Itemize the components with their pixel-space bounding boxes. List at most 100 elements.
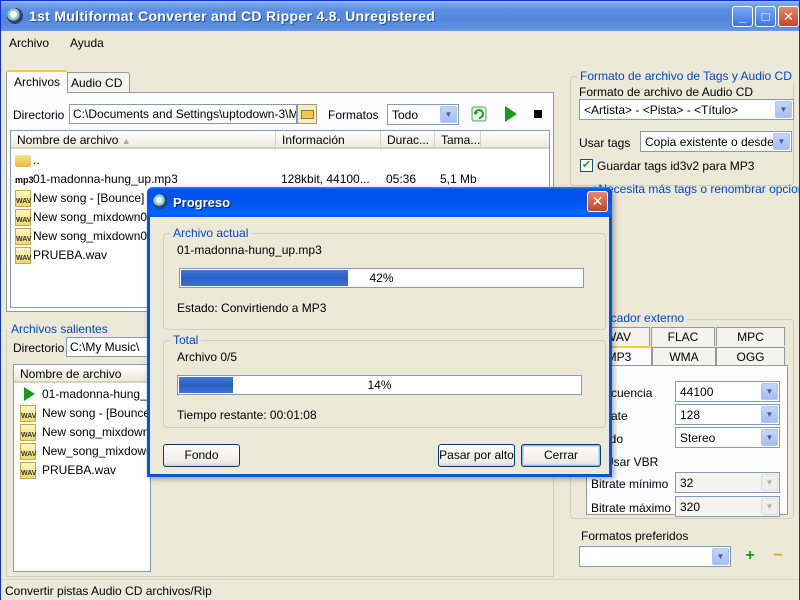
bitrate-select[interactable]: 128 ▼: [675, 404, 780, 425]
cell-info: 128kbit, 44100...: [281, 172, 370, 186]
wav-file-icon: WAV: [20, 405, 36, 422]
chevron-down-icon: ▼: [775, 101, 792, 118]
chevron-down-icon: ▼: [761, 406, 778, 423]
directory-input[interactable]: C:\Documents and Settings\uptodown-3\Mis: [69, 104, 297, 124]
total-group-title: Total: [170, 333, 202, 347]
directory-label: Directorio: [13, 108, 65, 122]
chevron-down-icon: ▼: [773, 133, 790, 150]
list-item[interactable]: WAV New song - [Bounce]: [14, 404, 150, 423]
wav-file-icon: WAV: [20, 424, 36, 441]
tab-flac[interactable]: FLAC: [651, 327, 715, 346]
table-row[interactable]: ..: [11, 151, 549, 170]
cell-name: New_song_mixdown0: [42, 444, 151, 458]
col-filename[interactable]: Nombre de archivo ▲: [11, 131, 276, 149]
menu-bar: Archivo Ayuda: [1, 33, 799, 53]
tags-group-title: Formato de archivo de Tags y Audio CD: [577, 69, 795, 83]
play-icon[interactable]: [500, 104, 520, 124]
chevron-down-icon: ▼: [440, 106, 457, 123]
refresh-icon[interactable]: [469, 104, 489, 124]
tab-audio-cd[interactable]: Audio CD: [63, 72, 131, 94]
minimize-button[interactable]: _: [732, 6, 753, 27]
list-item[interactable]: WAV New_song_mixdown0: [14, 442, 150, 461]
mode-value: Stereo: [680, 431, 716, 445]
col-size[interactable]: Tama...: [435, 131, 481, 149]
window-title: 1st Multiformat Converter and CD Ripper …: [29, 8, 436, 24]
current-file-group: Archivo actual 01-madonna-hung_up.mp3 42…: [163, 226, 606, 330]
col-info[interactable]: Información: [276, 131, 381, 149]
out-col-filename[interactable]: Nombre de archivo: [14, 365, 150, 383]
menu-ayuda[interactable]: Ayuda: [70, 36, 104, 50]
cell-name: PRUEBA.wav: [42, 463, 117, 477]
cell-name: New song - [Bounce]: [42, 406, 151, 420]
tab-mpc[interactable]: MPC: [716, 327, 785, 346]
cell-name: New song_mixdown01: [33, 210, 154, 224]
list-item[interactable]: 01-madonna-hung_up: [14, 385, 150, 404]
list-item[interactable]: WAV New song_mixdown0: [14, 423, 150, 442]
formats-value: Todo: [392, 108, 419, 122]
list-item[interactable]: WAV PRUEBA.wav: [14, 461, 150, 480]
remove-format-icon[interactable]: −: [771, 548, 785, 564]
preferred-formats-select[interactable]: ▼: [579, 546, 731, 567]
cell-name: New song_mixdown02: [33, 229, 154, 243]
vbr-label: Usar VBR: [605, 455, 659, 469]
chevron-down-icon: ▼: [712, 548, 729, 565]
frequency-value: 44100: [680, 385, 714, 399]
progress-dialog: Progreso ✕ Archivo actual 01-madonna-hun…: [147, 187, 612, 477]
more-tags-link[interactable]: ¿Necesita más tags o renombrar opciones?: [591, 182, 800, 196]
maximize-button[interactable]: □: [755, 6, 776, 27]
formats-select[interactable]: Todo ▼: [387, 104, 459, 125]
mode-select[interactable]: Stereo ▼: [675, 427, 780, 448]
col-duration[interactable]: Durac...: [381, 131, 435, 149]
cell-name: PRUEBA.wav: [33, 248, 108, 262]
chevron-down-icon: ▼: [761, 383, 778, 400]
current-file-group-title: Archivo actual: [170, 226, 252, 240]
tab-wma[interactable]: WMA: [652, 347, 716, 366]
stop-icon[interactable]: [528, 104, 548, 124]
chevron-down-icon: ▼: [761, 429, 778, 446]
cd-format-value: <Artista> - <Pista> - <Título>: [584, 103, 739, 117]
folder-file-icon: [15, 155, 31, 167]
current-progress-bar: 42%: [179, 268, 584, 288]
use-tags-label: Usar tags: [579, 136, 631, 150]
title-bar[interactable]: 1st Multiformat Converter and CD Ripper …: [1, 1, 799, 31]
wav-file-icon: WAV: [20, 443, 36, 460]
out-directory-input[interactable]: C:\My Music\: [66, 337, 156, 357]
outgoing-list-header: Nombre de archivo: [14, 365, 150, 383]
use-tags-select[interactable]: Copia existente o desde C ▼: [640, 131, 792, 152]
folder-browse-icon[interactable]: [297, 104, 317, 124]
frequency-select[interactable]: 44100 ▼: [675, 381, 780, 402]
cd-format-select[interactable]: <Artista> - <Pista> - <Título> ▼: [579, 99, 794, 120]
wav-file-icon: WAV: [20, 462, 36, 479]
cancel-button[interactable]: Cerrar: [521, 444, 601, 467]
total-progress-percent: 14%: [367, 378, 392, 392]
save-id3-label: Guardar tags id3v2 para MP3: [597, 159, 755, 173]
total-group: Total Archivo 0/5 14% Tiempo restante: 0…: [163, 333, 606, 428]
preferred-formats-label: Formatos preferidos: [581, 529, 689, 543]
dialog-close-button[interactable]: ✕: [587, 191, 608, 212]
max-bitrate-select[interactable]: 320 ▼: [675, 496, 780, 517]
outgoing-list[interactable]: Nombre de archivo 01-madonna-hung_up WAV N…: [13, 364, 151, 572]
wav-file-icon: WAV: [15, 190, 31, 207]
tab-archivos[interactable]: Archivos: [6, 70, 69, 93]
close-button[interactable]: ✕: [778, 6, 799, 27]
current-file-name: 01-madonna-hung_up.mp3: [177, 243, 322, 257]
dialog-title-bar[interactable]: Progreso ✕: [147, 187, 612, 217]
skip-button[interactable]: Pasar por alto: [438, 444, 515, 467]
file-list-header: Nombre de archivo ▲ Información Durac...…: [11, 131, 549, 149]
menu-archivo[interactable]: Archivo: [9, 36, 49, 50]
time-remaining: Tiempo restante: 00:01:08: [177, 408, 317, 422]
add-format-icon[interactable]: +: [743, 548, 757, 564]
background-button[interactable]: Fondo: [163, 444, 240, 467]
cell-name: 01-madonna-hung_up.mp3: [33, 172, 178, 186]
chevron-down-icon: ▼: [761, 474, 778, 491]
save-id3-checkbox[interactable]: ✔: [580, 159, 593, 172]
cd-format-label: Formato de archivo de Audio CD: [579, 85, 754, 99]
status-bar: Convertir pistas Audio CD archivos/Rip: [1, 579, 799, 600]
min-bitrate-select[interactable]: 32 ▼: [675, 472, 780, 493]
bitrate-value: 128: [680, 408, 701, 422]
min-bitrate-label: Bitrate mínimo: [591, 477, 669, 491]
cell-name: New song_mixdown0: [42, 425, 151, 439]
total-files-count: Archivo 0/5: [177, 350, 238, 364]
tab-ogg[interactable]: OGG: [716, 347, 785, 366]
formats-label: Formatos: [328, 108, 379, 122]
